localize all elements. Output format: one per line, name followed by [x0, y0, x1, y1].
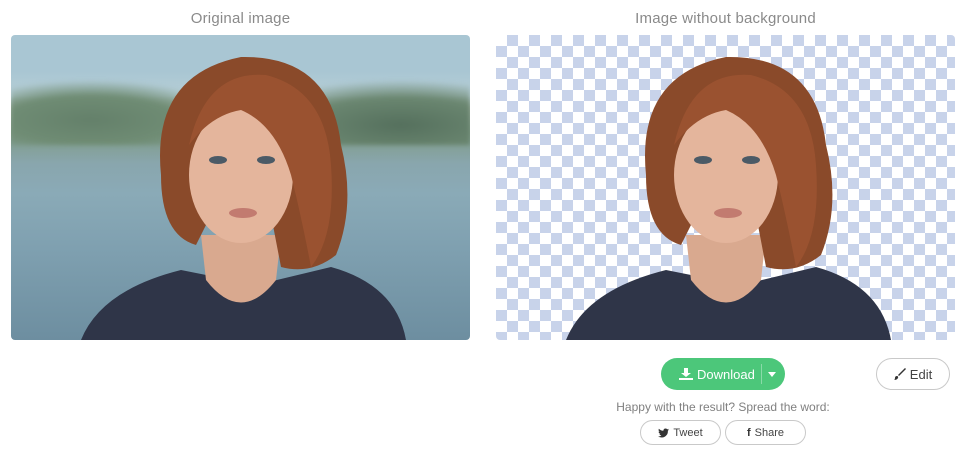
caret-down-icon[interactable] — [768, 372, 776, 377]
share-label: Share — [754, 426, 785, 439]
brush-icon — [893, 368, 906, 380]
original-image-title: Original image — [190, 10, 291, 27]
portrait-cutout — [496, 35, 955, 340]
result-image — [496, 35, 955, 340]
tweet-label: Tweet — [673, 426, 703, 439]
download-icon — [679, 368, 693, 380]
result-image-title: Image without background — [635, 10, 816, 27]
download-split-divider — [761, 364, 762, 384]
edit-button[interactable]: Edit — [876, 358, 950, 390]
remove-bg-result: Original image Image without background — [0, 0, 966, 457]
share-prompt: Happy with the result? Spread the word: — [616, 400, 830, 414]
facebook-icon: f — [746, 426, 751, 439]
twitter-icon — [658, 428, 670, 438]
download-label: Download — [697, 366, 755, 382]
download-button[interactable]: Download — [661, 358, 785, 390]
portrait-subject — [11, 35, 470, 340]
share-button[interactable]: f Share — [725, 420, 806, 445]
tweet-button[interactable]: Tweet — [640, 420, 721, 445]
original-image — [11, 35, 470, 340]
edit-label: Edit — [909, 366, 933, 382]
